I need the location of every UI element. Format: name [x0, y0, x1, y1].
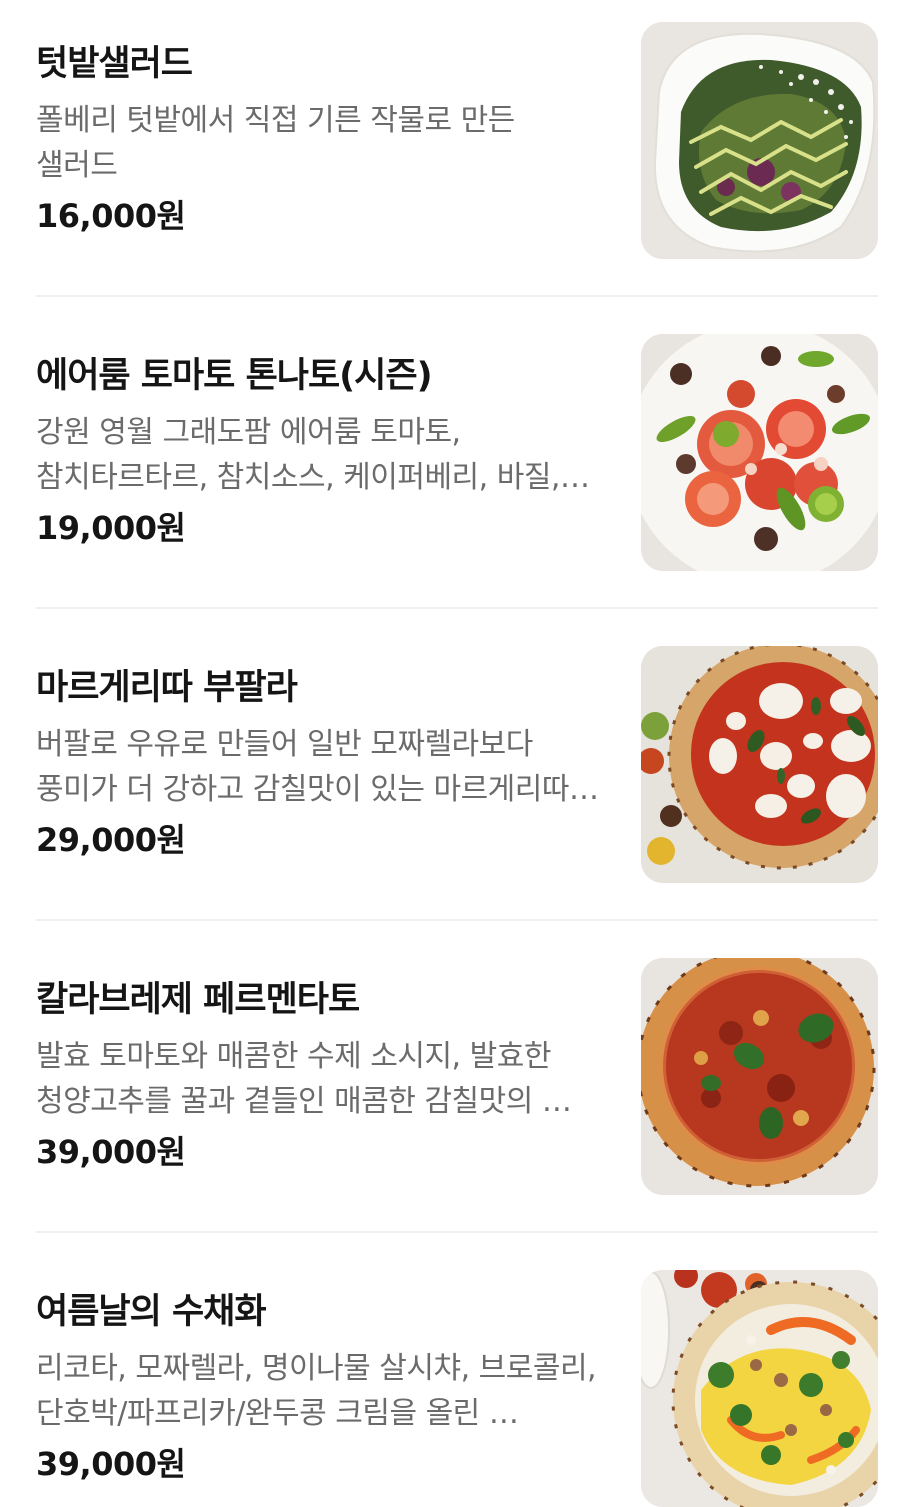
- menu-item-description: 리코타, 모짜렐라, 명이나물 살시챠, 브로콜리, 단호박/파프리카/완두콩 …: [36, 1351, 597, 1431]
- menu-item-price: 16,000원: [36, 197, 186, 235]
- divider: [36, 1231, 878, 1233]
- salad-photo-image: [641, 22, 878, 259]
- divider: [36, 607, 878, 609]
- menu-item[interactable]: 마르게리따 부팔라 버팔로 우유로 만들어 일반 모짜렐라보다 풍미가 더 강하…: [36, 644, 878, 883]
- menu-item-name: 텃밭샐러드: [36, 44, 193, 84]
- calabrese-pizza-photo-image: [641, 958, 878, 1195]
- summer-pizza-photo-image: [641, 1270, 878, 1507]
- menu-item-description: 발효 토마토와 매콤한 수제 소시지, 발효한 청양고추를 꿀과 곁들인 매콤한…: [36, 1039, 572, 1119]
- menu-item-price: 19,000원: [36, 509, 186, 547]
- menu-item[interactable]: 에어룸 토마토 톤나토(시즌) 강원 영월 그래도팜 에어룸 토마토, 참치타르…: [36, 332, 878, 571]
- menu-item-photo[interactable]: [641, 958, 878, 1195]
- menu-item-name: 마르게리따 부팔라: [36, 668, 298, 708]
- tomato-tonnato-photo-image: [641, 334, 878, 571]
- menu-item-name: 칼라브레제 페르멘타토: [36, 980, 360, 1020]
- menu-item-photo[interactable]: [641, 22, 878, 259]
- divider: [36, 295, 878, 297]
- margherita-pizza-photo-image: [641, 646, 878, 883]
- menu-item-description: 버팔로 우유로 만들어 일반 모짜렐라보다 풍미가 더 강하고 감칠맛이 있는 …: [36, 727, 599, 807]
- menu-list: 텃밭샐러드 폴베리 텃밭에서 직접 기른 작물로 만든 샐러드 16,000원: [0, 0, 900, 1507]
- menu-item-photo[interactable]: [641, 1270, 878, 1507]
- menu-item[interactable]: 칼라브레제 페르멘타토 발효 토마토와 매콤한 수제 소시지, 발효한 청양고추…: [36, 956, 878, 1195]
- menu-item-price: 39,000원: [36, 1445, 186, 1483]
- menu-item-price: 39,000원: [36, 1133, 186, 1171]
- divider: [36, 919, 878, 921]
- menu-item-photo[interactable]: [641, 334, 878, 571]
- menu-item-price: 29,000원: [36, 821, 186, 859]
- menu-item-description: 강원 영월 그래도팜 에어룸 토마토, 참치타르타르, 참치소스, 케이퍼베리,…: [36, 415, 560, 495]
- menu-item-name: 여름날의 수채화: [36, 1292, 267, 1332]
- menu-item-name: 에어룸 토마토 톤나토(시즌): [36, 356, 433, 396]
- menu-item-photo[interactable]: [641, 646, 878, 883]
- menu-item[interactable]: 여름날의 수채화 리코타, 모짜렐라, 명이나물 살시챠, 브로콜리, 단호박/…: [36, 1268, 878, 1507]
- menu-item-description: 폴베리 텃밭에서 직접 기른 작물로 만든 샐러드: [36, 103, 515, 183]
- menu-item[interactable]: 텃밭샐러드 폴베리 텃밭에서 직접 기른 작물로 만든 샐러드 16,000원: [36, 20, 878, 259]
